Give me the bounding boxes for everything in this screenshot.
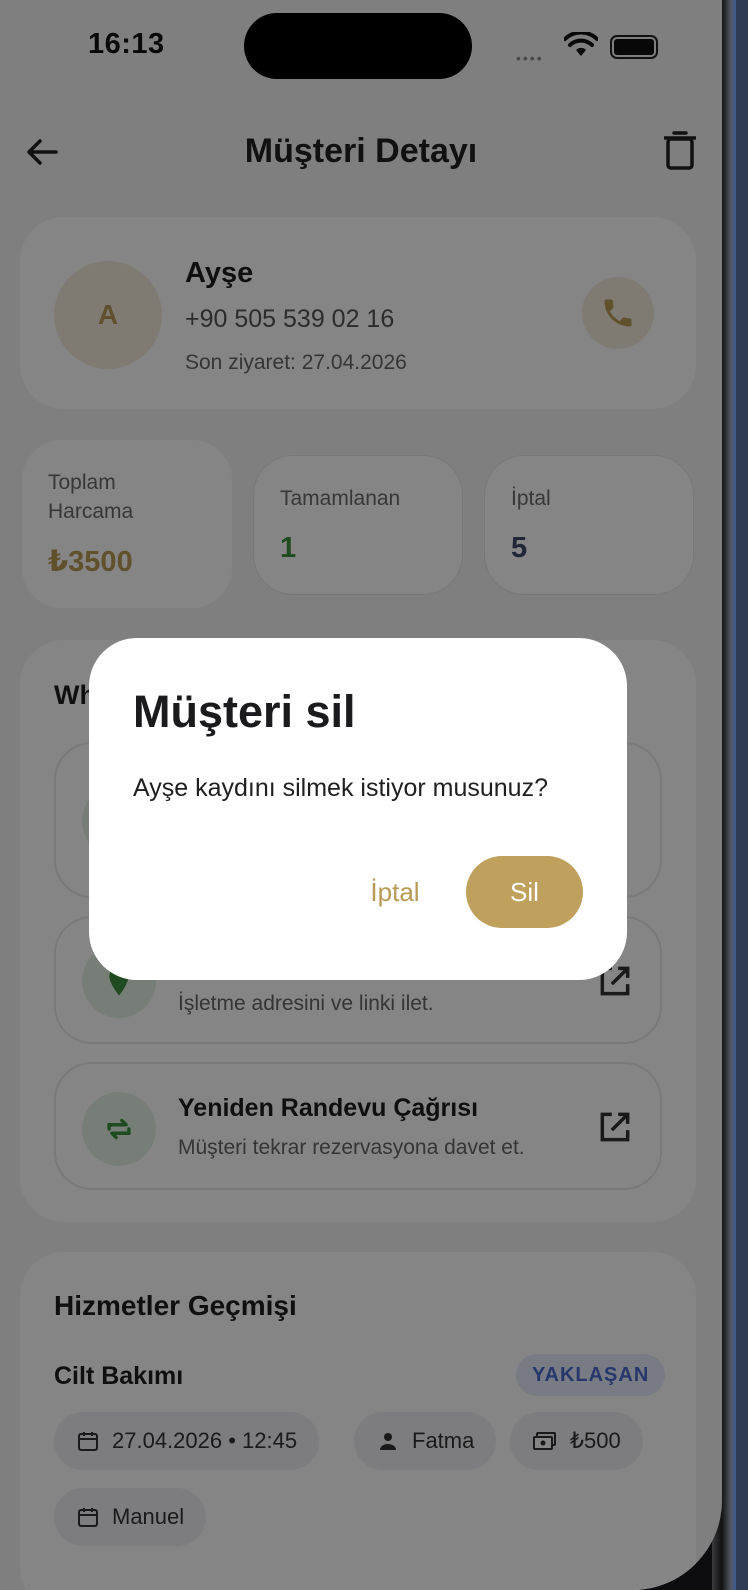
dialog-message: Ayşe kaydını silmek istiyor musunuz? xyxy=(133,774,548,802)
cancel-button[interactable]: İptal xyxy=(345,856,445,928)
dialog-title: Müşteri sil xyxy=(133,686,356,737)
delete-dialog: Müşteri sil Ayşe kaydını silmek istiyor … xyxy=(89,638,627,980)
phone-frame: 16:13 •••• Müşteri Detayı A Ayşe +90 505… xyxy=(0,0,736,1590)
screen: 16:13 •••• Müşteri Detayı A Ayşe +90 505… xyxy=(0,0,722,1590)
delete-button[interactable]: Sil xyxy=(466,856,583,928)
